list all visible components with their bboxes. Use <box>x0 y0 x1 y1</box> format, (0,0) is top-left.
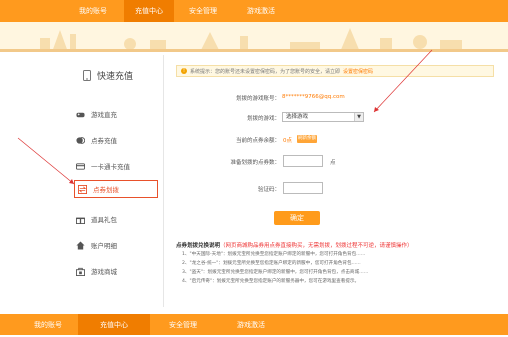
captcha-label: 验证码： <box>257 187 280 193</box>
sidebar-item-label: 点券划拨 <box>93 186 119 194</box>
nav-tab-security[interactable]: 安全管理 <box>174 0 232 22</box>
transfer-panel: ! 系统提示：您的账号还未设置密保密码，为了您账号的安全，请立即 设置密保密码 … <box>170 55 500 310</box>
instruction-line: 4、"启元传奇"：划拨元宝所兑换至您指定账户的新服务器中，您可在游戏里查看提示。 <box>182 279 360 284</box>
set-security-link[interactable]: 设置密保密码 <box>343 68 373 75</box>
sidebar-item-label: 点券充值 <box>91 137 117 145</box>
sidebar-item-card-recharge[interactable]: 一卡通卡充值 <box>76 157 160 175</box>
instruction-line: 3、"盗天"：划拨元宝所兑换至您指定账户绑定的新服中，您可打开角色背包，点击商城… <box>182 270 369 275</box>
amount-row: 准备划拨的点券数： 点 <box>170 155 500 168</box>
sidebar-item-coupon-recharge[interactable]: 点券充值 <box>76 131 160 149</box>
refresh-balance-button[interactable]: 刷新余额 <box>297 135 317 143</box>
instructions-title-text: 点券划拨兑换说明 <box>176 243 221 249</box>
game-select[interactable]: 选择游戏 ▼ <box>282 112 364 122</box>
sidebar-item-label: 游戏直充 <box>91 111 117 119</box>
game-label: 划拨的游戏： <box>246 116 280 122</box>
sidebar-item-account-details[interactable]: 账户明细 <box>76 236 160 254</box>
coins-icon <box>76 136 85 144</box>
amount-input[interactable] <box>283 155 323 167</box>
store-icon <box>76 267 85 276</box>
transfer-icon <box>78 184 87 194</box>
nav-tab-recharge-center[interactable]: 充值中心 <box>124 0 174 22</box>
instruction-line: 1、"中天国际-天地"：划拨元宝所兑换至您指定账户绑定的新服中，您可打开角色背包… <box>182 252 366 257</box>
sidebar-item-game-direct[interactable]: 游戏直充 <box>76 105 160 123</box>
card-icon <box>76 162 85 170</box>
sidebar-title-text: 快速充值 <box>97 72 134 82</box>
bottom-nav: 我的账号 充值中心 安全管理 游戏激活 <box>0 314 508 335</box>
recharge-sidebar: 快速充值 游戏直充 点券充值 一卡通卡充值 点券划拨 道具礼包 账户明细 游戏商… <box>62 55 164 307</box>
balance-value: 0点 <box>283 138 292 144</box>
captcha-input[interactable] <box>283 182 323 194</box>
account-label: 划拨的游戏账号： <box>235 96 280 102</box>
sidebar-item-label: 游戏商城 <box>91 268 117 276</box>
amount-unit: 点 <box>330 160 336 166</box>
decorative-banner <box>0 22 508 52</box>
gift-icon <box>76 217 85 224</box>
account-row: 划拨的游戏账号： 8*******9766@qq.com <box>170 94 500 102</box>
nav-tab-my-account[interactable]: 我的账号 <box>62 0 124 22</box>
instructions-title: 点券划拨兑换说明（网页商城购品券用点券直接购买，无需划拨，划拨过程不可逆，请谨慎… <box>176 241 413 249</box>
captcha-row: 验证码： <box>170 182 500 195</box>
sidebar-title: 快速充值 <box>82 69 133 82</box>
sidebar-item-label: 道具礼包 <box>91 216 117 224</box>
sidebar-item-label: 一卡通卡充值 <box>91 163 130 171</box>
balance-row: 当前的点券余额： 0点 刷新余额 <box>170 135 500 145</box>
balance-label: 当前的点券余额： <box>235 138 280 144</box>
sidebar-item-coupon-transfer[interactable]: 点券划拨 <box>74 180 158 198</box>
account-value: 8*******9766@qq.com <box>282 94 345 100</box>
game-select-value: 选择游戏 <box>286 114 309 120</box>
sidebar-item-item-gifts[interactable]: 道具礼包 <box>76 210 160 228</box>
security-notice: ! 系统提示：您的账号还未设置密保密码，为了您账号的安全，请立即 设置密保密码 <box>176 65 494 77</box>
nav-tab-security[interactable]: 安全管理 <box>150 314 216 335</box>
warning-icon: ! <box>181 68 187 74</box>
home-icon <box>76 240 85 250</box>
gamepad-icon <box>76 112 85 117</box>
phone-icon <box>83 70 91 81</box>
sidebar-item-game-store[interactable]: 游戏商城 <box>76 262 160 280</box>
game-row: 划拨的游戏： 选择游戏 ▼ <box>170 112 500 124</box>
sidebar-item-label: 账户明细 <box>91 242 117 250</box>
nav-tab-my-account[interactable]: 我的账号 <box>18 314 78 335</box>
confirm-button[interactable]: 确定 <box>274 211 320 225</box>
amount-label: 准备划拨的点券数： <box>230 160 280 166</box>
nav-tab-game-activation[interactable]: 游戏激活 <box>216 314 286 335</box>
instruction-line: 2、"龙之谷-统一"：划拨元宝所兑换至您指定账户绑定的新服中，您可打开角色背包…… <box>182 261 361 266</box>
instructions-warning: （网页商城购品券用点券直接购买，无需划拨，划拨过程不可逆，请谨慎操作） <box>220 243 413 249</box>
nav-tab-recharge-center[interactable]: 充值中心 <box>78 314 150 335</box>
chevron-down-icon: ▼ <box>354 113 363 121</box>
top-nav: 我的账号 充值中心 安全管理 游戏激活 <box>0 0 508 22</box>
skyline-illustration <box>0 28 508 52</box>
nav-tab-game-activation[interactable]: 游戏激活 <box>232 0 290 22</box>
notice-text: 系统提示：您的账号还未设置密保密码，为了您账号的安全，请立即 <box>190 68 341 75</box>
